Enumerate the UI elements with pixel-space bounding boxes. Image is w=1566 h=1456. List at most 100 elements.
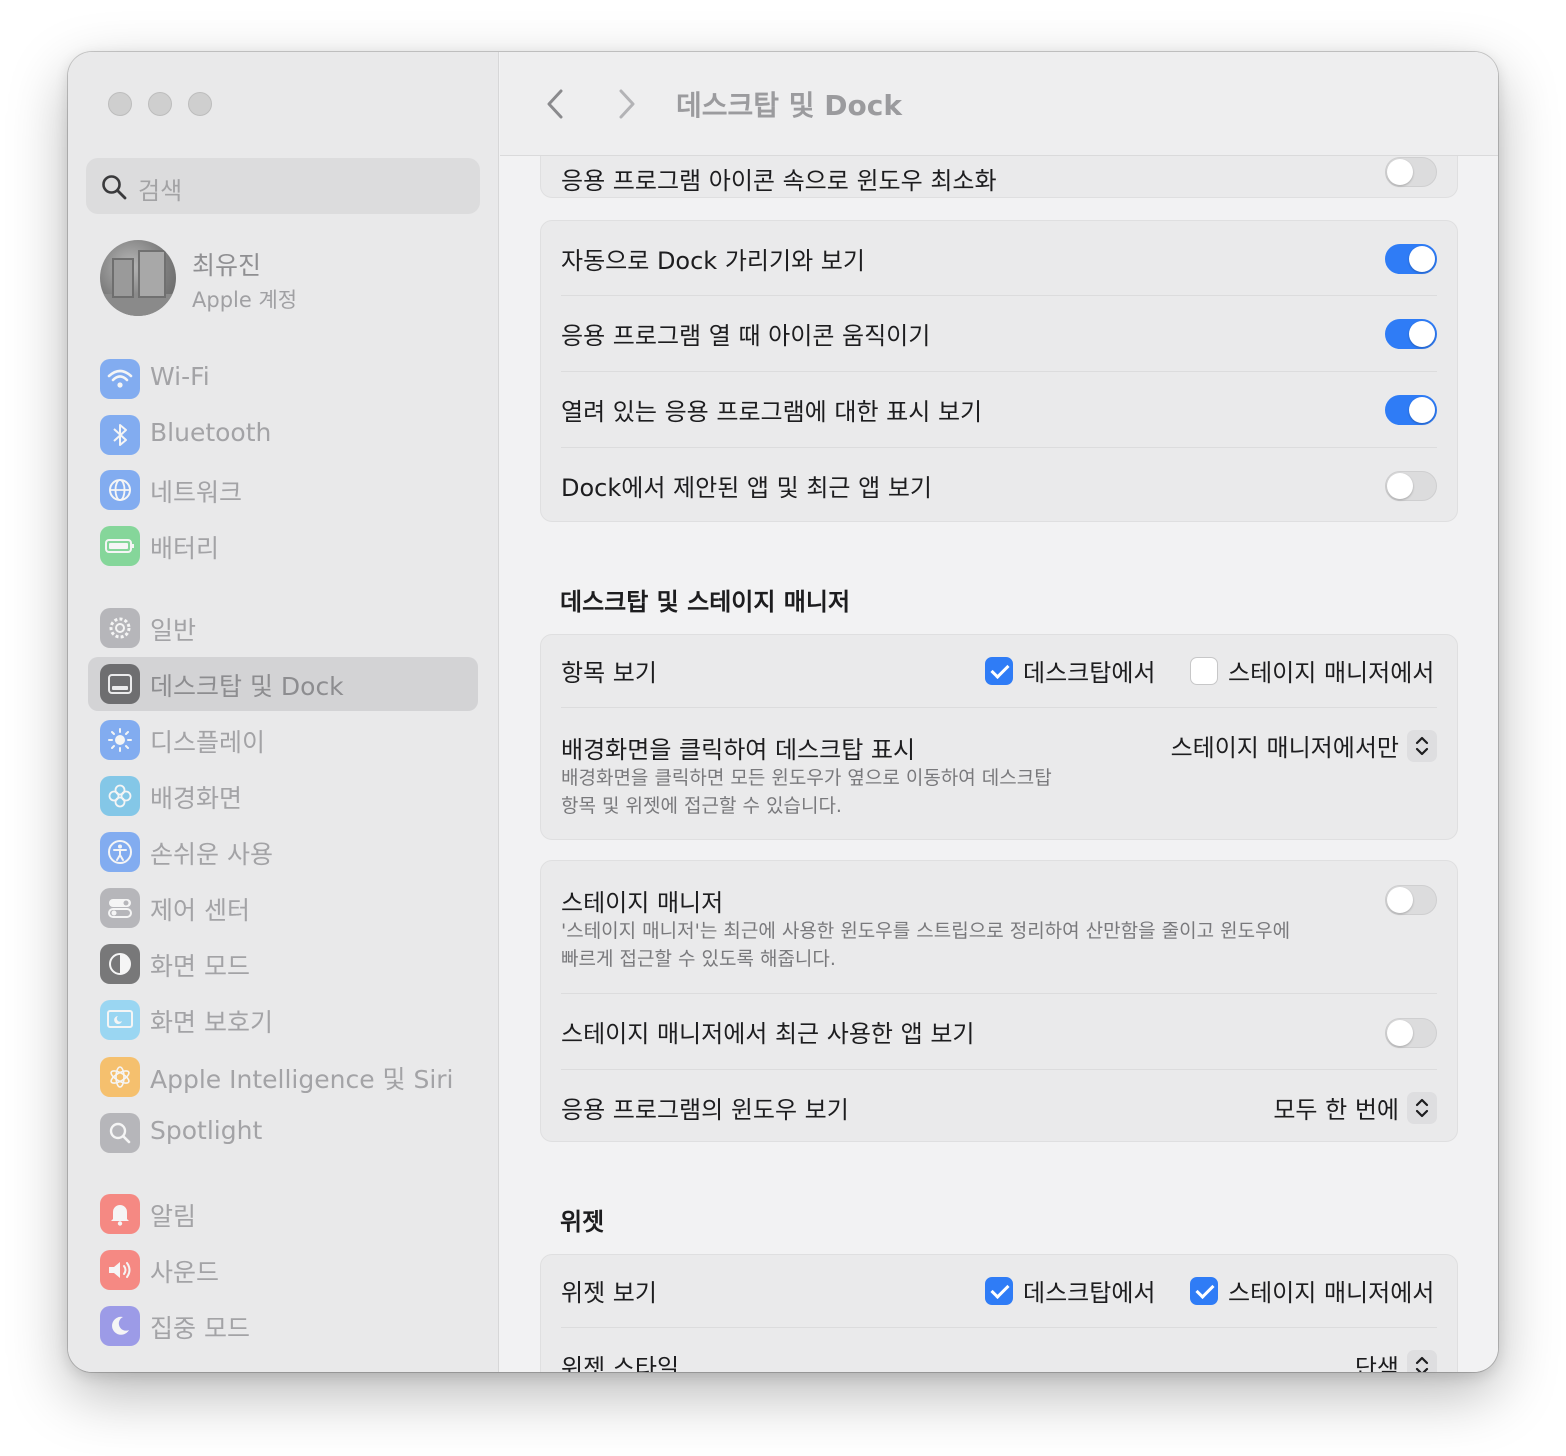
setting-label: Dock에서 제안된 앱 및 최근 앱 보기 [561, 474, 932, 502]
chevron-left-icon [547, 89, 563, 119]
profile-name: 최유진 [192, 251, 262, 280]
setting-row: 위젯 보기 데스크탑에서 스테이지 매니저에서 [561, 1255, 1437, 1327]
setting-row: 위젯 스타일 단색 [561, 1327, 1437, 1372]
stage-manager-card: 스테이지 매니저 '스테이지 매니저'는 최근에 사용한 윈도우를 스트립으로 … [540, 860, 1458, 1142]
stage-manager-toggle[interactable] [1385, 885, 1437, 915]
show-items-desktop-checkbox[interactable] [985, 657, 1013, 685]
sidebar-item[interactable]: 배경화면 [88, 769, 478, 823]
sun-icon [100, 720, 140, 760]
setting-row: 응용 프로그램의 윈도우 보기 모두 한 번에 [561, 1069, 1437, 1143]
setting-label: 스테이지 매니저에서 최근 사용한 앱 보기 [561, 1020, 975, 1048]
sidebar-item[interactable]: 제어 센터 [88, 881, 478, 935]
sidebar-item[interactable]: 화면 모드 [88, 937, 478, 991]
click-wallpaper-popup[interactable]: 스테이지 매니저에서만 [1171, 728, 1437, 763]
battery-icon [100, 526, 140, 566]
dock-behaviour-card: 자동으로 Dock 가리기와 보기 응용 프로그램 열 때 아이콘 움직이기 열… [540, 220, 1458, 522]
stage-recent-apps-toggle[interactable] [1385, 1018, 1437, 1048]
apple-account[interactable]: 최유진 Apple 계정 [100, 240, 480, 320]
control-center-icon [100, 888, 140, 928]
moon-icon [100, 1306, 140, 1346]
sidebar-item-label: 집중 모드 [150, 1314, 250, 1343]
auto-hide-dock-toggle[interactable] [1385, 244, 1437, 274]
sidebar-item-label: 배터리 [150, 534, 220, 563]
sidebar-item-label: Spotlight [150, 1116, 263, 1145]
sidebar-item[interactable]: 네트워크 [88, 463, 478, 517]
bluetooth-icon [100, 415, 140, 455]
settings-content: 응용 프로그램 아이콘 속으로 윈도우 최소화 자동으로 Dock 가리기와 보… [500, 52, 1498, 1372]
setting-label: 항목 보기 [561, 659, 657, 687]
toolbar: 데스크탑 및 Dock [500, 52, 1498, 156]
widgets-desktop-checkbox[interactable] [985, 1277, 1013, 1305]
setting-row: 배경화면을 클릭하여 데스크탑 표시 배경화면을 클릭하면 모든 윈도우가 옆으… [561, 707, 1437, 839]
setting-row: 응용 프로그램 아이콘 속으로 윈도우 최소화 [561, 157, 1437, 197]
sidebar-item[interactable]: Bluetooth [88, 408, 478, 462]
sidebar-item-label: 디스플레이 [150, 728, 266, 757]
setting-description: 배경화면을 클릭하면 모든 윈도우가 옆으로 이동하여 데스크탑 [561, 767, 1052, 789]
wifi-icon [100, 359, 140, 399]
sidebar-item-label: Apple Intelligence 및 Siri [150, 1065, 454, 1094]
popup-value: 스테이지 매니저에서만 [1170, 734, 1399, 762]
sidebar-item-label: 네트워크 [150, 478, 243, 507]
sidebar-item[interactable]: 알림 [88, 1187, 478, 1241]
zoom-button[interactable] [188, 92, 212, 116]
sidebar-item[interactable]: Wi-Fi [88, 352, 478, 406]
checkbox-label: 데스크탑에서 [1023, 659, 1156, 687]
setting-label: 응용 프로그램 아이콘 속으로 윈도우 최소화 [561, 167, 997, 195]
widgets-card: 위젯 보기 데스크탑에서 스테이지 매니저에서 위젯 스타일 단색 [540, 1254, 1458, 1372]
widget-style-popup[interactable]: 단색 [1355, 1348, 1437, 1372]
sidebar-item[interactable]: 데스크탑 및 Dock [88, 657, 478, 711]
desktop-stage-card: 항목 보기 데스크탑에서 스테이지 매니저에서 배경화면을 클릭하여 데스크탑 … [540, 634, 1458, 840]
sidebar-item[interactable]: 사운드 [88, 1243, 478, 1297]
sidebar-item-label: 알림 [150, 1202, 197, 1231]
setting-description: 빠르게 접근할 수 있도록 해줍니다. [561, 948, 836, 970]
sidebar-item-label: 데스크탑 및 Dock [150, 672, 344, 701]
sidebar-item[interactable]: Spotlight [88, 1106, 478, 1160]
window-controls [108, 92, 212, 116]
accessibility-icon [100, 832, 140, 872]
animate-opening-toggle[interactable] [1385, 319, 1437, 349]
speaker-icon [100, 1250, 140, 1290]
sidebar-item[interactable]: 일반 [88, 601, 478, 655]
setting-label: 위젯 보기 [561, 1279, 657, 1307]
back-button[interactable] [540, 84, 570, 124]
forward-button[interactable] [612, 84, 642, 124]
sidebar-item[interactable]: 집중 모드 [88, 1299, 478, 1353]
sidebar-item[interactable]: Apple Intelligence 및 Siri [88, 1050, 478, 1104]
sidebar-item[interactable]: 배터리 [88, 519, 478, 573]
popup-value: 단색 [1354, 1354, 1399, 1372]
setting-label: 자동으로 Dock 가리기와 보기 [561, 247, 865, 275]
suggested-apps-toggle[interactable] [1385, 471, 1437, 501]
profile-subtitle: Apple 계정 [192, 288, 298, 312]
app-windows-popup[interactable]: 모두 한 번에 [1273, 1090, 1437, 1125]
gear-icon [100, 608, 140, 648]
updown-chevron-icon [1407, 1349, 1437, 1372]
setting-row: 스테이지 매니저 '스테이지 매니저'는 최근에 사용한 윈도우를 스트립으로 … [561, 861, 1437, 993]
section-title: 위젯 [560, 1208, 605, 1236]
screensaver-icon [100, 1000, 140, 1040]
minimize-to-icon-toggle[interactable] [1385, 157, 1437, 187]
sidebar-item-label: 제어 센터 [150, 896, 250, 925]
minimize-button[interactable] [148, 92, 172, 116]
main-pane: 데스크탑 및 Dock 응용 프로그램 아이콘 속으로 윈도우 최소화 자동으로… [500, 52, 1498, 1372]
sidebar-item-label: 손쉬운 사용 [150, 840, 273, 869]
setting-row: 항목 보기 데스크탑에서 스테이지 매니저에서 [561, 635, 1437, 707]
widgets-stage-checkbox[interactable] [1190, 1277, 1218, 1305]
setting-row: 스테이지 매니저에서 최근 사용한 앱 보기 [561, 993, 1437, 1069]
sidebar-item-label: Bluetooth [150, 418, 272, 447]
setting-label: 열려 있는 응용 프로그램에 대한 표시 보기 [561, 398, 983, 426]
sidebar-item-label: 일반 [150, 616, 197, 645]
setting-label: 위젯 스타일 [561, 1354, 680, 1372]
setting-label: 응용 프로그램 열 때 아이콘 움직이기 [561, 322, 931, 350]
sidebar-item[interactable]: 화면 보호기 [88, 993, 478, 1047]
search-field[interactable]: 검색 [86, 158, 480, 214]
sidebar-item[interactable]: 디스플레이 [88, 713, 478, 767]
show-items-stage-checkbox[interactable] [1190, 657, 1218, 685]
show-indicators-toggle[interactable] [1385, 395, 1437, 425]
setting-row: Dock에서 제안된 앱 및 최근 앱 보기 [561, 447, 1437, 523]
sidebar-item[interactable]: 손쉬운 사용 [88, 825, 478, 879]
sidebar-item-label: 사운드 [150, 1258, 220, 1287]
close-button[interactable] [108, 92, 132, 116]
bell-icon [100, 1194, 140, 1234]
search-icon [102, 175, 127, 200]
appearance-icon [100, 944, 140, 984]
